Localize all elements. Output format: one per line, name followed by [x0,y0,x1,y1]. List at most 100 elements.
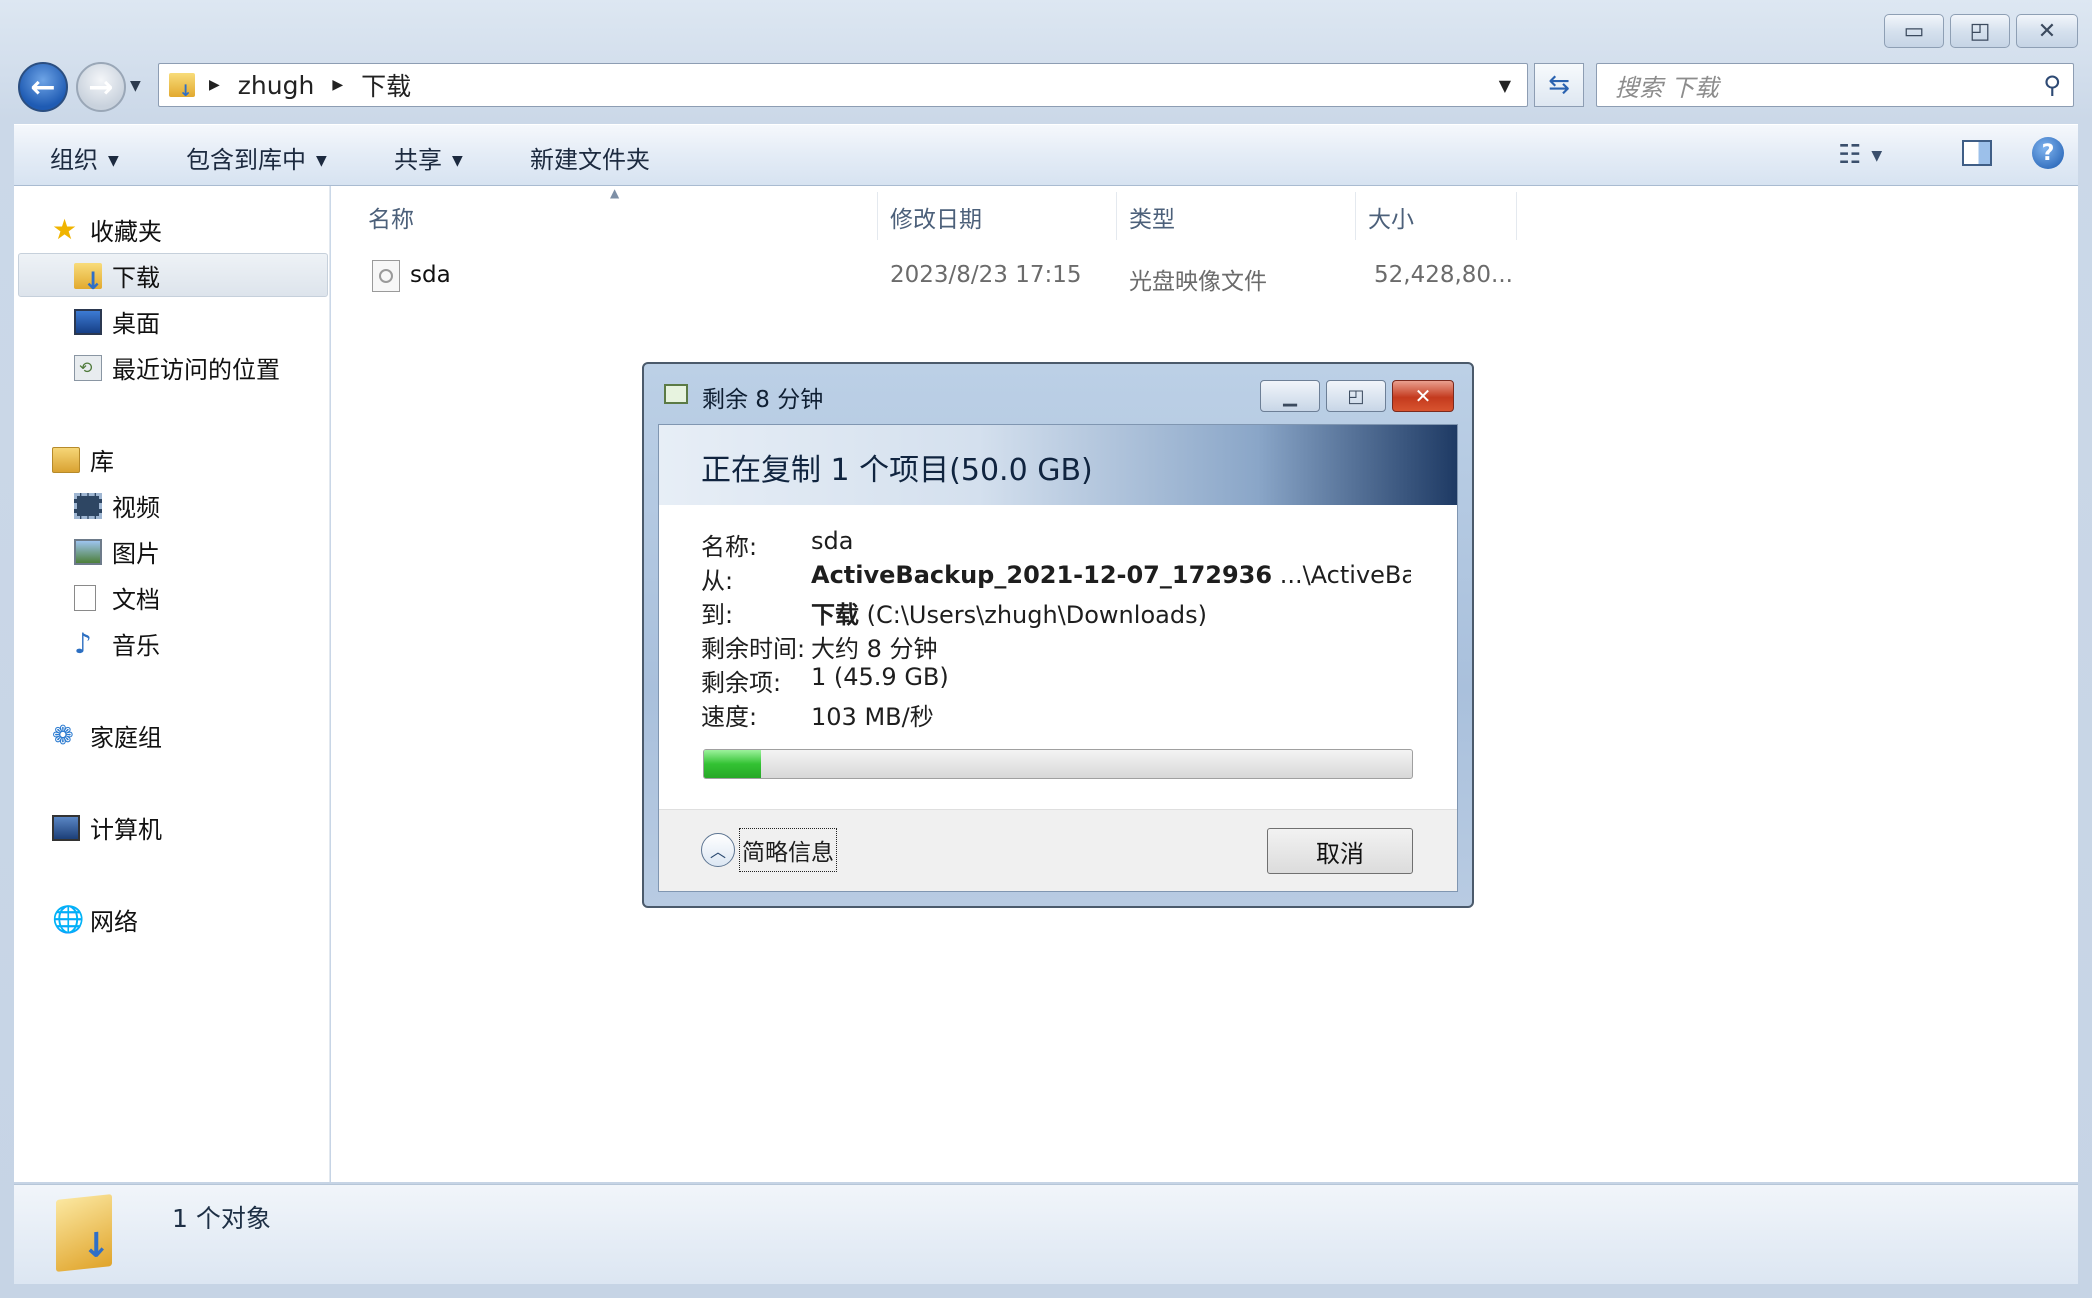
close-icon: ✕ [1414,384,1432,408]
nav-documents[interactable]: 文档 [74,580,160,615]
navigation-pane [14,186,330,1182]
address-bar[interactable]: ↓ ▶ zhugh ▶ 下载 ▼ [158,63,1528,107]
nav-music[interactable]: ♪ 音乐 [74,626,160,661]
dialog-maximize-button[interactable]: ◰ [1326,380,1386,412]
copy-progress-bar [703,749,1413,779]
preview-pane-button[interactable] [1962,140,1992,172]
search-icon[interactable]: ⚲ [2043,71,2061,99]
breadcrumb-separator-icon[interactable]: ▶ [332,77,343,93]
column-header-type[interactable]: 类型 [1129,200,1175,234]
view-list-icon: ☷ [1838,140,1862,170]
copy-progress-dialog: 剩余 8 分钟 ▁ ◰ ✕ 正在复制 1 个项目(50.0 GB) 名称: sd… [642,362,1474,908]
label-from: 从: [701,567,734,595]
nav-selection-highlight [18,253,328,297]
nav-videos[interactable]: 视频 [74,488,160,523]
minimize-button[interactable]: ▭ [1884,14,1944,48]
address-dropdown-icon[interactable]: ▼ [1499,76,1511,95]
forward-button[interactable]: → [76,62,126,112]
music-note-icon: ♪ [74,626,92,660]
share-menu[interactable]: 共享 ▼ [394,140,463,175]
file-name[interactable]: sda [410,262,451,288]
dialog-close-button[interactable]: ✕ [1392,380,1454,412]
nav-desktop[interactable]: 桌面 [74,304,160,339]
chevron-up-icon: ︿ [701,833,735,867]
help-button[interactable]: ? [2032,137,2064,169]
recent-places-icon: ⟲ [74,354,102,381]
view-options-button[interactable]: ☷ ▼ [1838,140,1882,170]
downloads-folder-large-icon: ↓ [56,1194,112,1272]
less-info-toggle[interactable]: ︿ 简略信息 [701,828,837,872]
nav-network[interactable]: 🌐 网络 [52,902,138,937]
refresh-button[interactable]: ⇆ [1534,63,1584,107]
copy-heading: 正在复制 1 个项目(50.0 GB) [701,453,1093,488]
back-arrow-icon: ← [30,69,56,105]
nav-downloads[interactable]: ↓ 下载 [74,258,160,295]
dialog-minimize-button[interactable]: ▁ [1260,380,1320,412]
close-button[interactable]: ✕ [2016,14,2078,48]
computer-icon [52,814,80,841]
label-time-left: 剩余时间: [701,635,806,663]
value-time-left: 大约 8 分钟 [811,635,938,663]
minimize-icon: ▭ [1903,18,1925,44]
value-from[interactable]: ActiveBackup_2021-12-07_172936 ...\Activ… [811,561,1411,589]
column-header-name[interactable]: 名称 [368,200,414,234]
breadcrumb-user[interactable]: zhugh [238,71,315,100]
nav-recent-places[interactable]: ⟲ 最近访问的位置 [74,350,280,385]
dialog-body: 正在复制 1 个项目(50.0 GB) 名称: sda 从: ActiveBac… [658,424,1458,892]
details-pane: ↓ 1 个对象 [14,1184,2078,1284]
nav-pictures[interactable]: 图片 [74,534,160,569]
item-count: 1 个对象 [172,1204,271,1233]
forward-arrow-icon: → [88,69,114,105]
maximize-icon: ◰ [1347,385,1365,407]
desktop-icon [74,308,102,335]
chevron-down-icon: ▼ [316,153,327,169]
picture-icon [74,538,102,565]
label-speed: 速度: [701,703,758,731]
refresh-icon: ⇆ [1548,70,1570,100]
search-input[interactable]: 搜索 下载 ⚲ [1596,63,2074,107]
maximize-icon: ◰ [1969,18,1991,44]
star-icon: ★ [52,212,78,246]
copy-files-icon [664,384,688,404]
sort-ascending-icon: ▲ [610,186,620,200]
file-type: 光盘映像文件 [1129,269,1267,295]
back-button[interactable]: ← [18,62,68,112]
label-name: 名称: [701,533,758,561]
label-items-left: 剩余项: [701,669,782,697]
nav-homegroup[interactable]: ❁ 家庭组 [52,718,162,753]
chevron-down-icon: ▼ [1871,147,1883,164]
close-icon: ✕ [2037,18,2057,44]
include-in-library-menu[interactable]: 包含到库中 ▼ [186,140,327,175]
label-to: 到: [701,601,734,629]
network-globe-icon: 🌐 [52,904,85,935]
dialog-title: 剩余 8 分钟 [702,387,824,413]
value-items-left: 1 (45.9 GB) [811,663,949,691]
disc-image-file-icon [372,260,400,292]
nav-favorites[interactable]: ★ 收藏夹 [52,212,162,247]
command-bar: 组织 ▼ 包含到库中 ▼ 共享 ▼ 新建文件夹 ☷ ▼ ? [14,124,2078,186]
column-header-modified[interactable]: 修改日期 [890,200,982,234]
video-icon [74,492,102,519]
maximize-button[interactable]: ◰ [1950,14,2010,48]
file-size: 52,428,80... [1374,262,1513,288]
organize-menu[interactable]: 组织 ▼ [50,140,119,175]
breadcrumb-downloads[interactable]: 下载 [361,67,411,103]
new-folder-button[interactable]: 新建文件夹 [530,140,650,175]
less-info-label: 简略信息 [739,828,837,872]
downloads-folder-icon: ↓ [74,262,103,295]
nav-computer[interactable]: 计算机 [52,810,162,845]
cancel-button[interactable]: 取消 [1267,828,1413,874]
chevron-down-icon: ▼ [108,153,119,169]
column-header-size[interactable]: 大小 [1368,200,1414,234]
breadcrumb-separator-icon[interactable]: ▶ [209,77,220,93]
search-placeholder: 搜索 下载 [1615,73,1719,102]
nav-libraries[interactable]: 库 [52,442,114,477]
dialog-footer: ︿ 简略信息 取消 [659,809,1457,891]
chevron-down-icon: ▼ [452,153,463,169]
help-icon: ? [2032,137,2064,169]
value-to[interactable]: 下载 (C:\Users\zhugh\Downloads) [811,595,1207,630]
homegroup-icon: ❁ [52,720,74,751]
document-icon [74,584,96,611]
value-speed: 103 MB/秒 [811,703,934,731]
recent-pages-dropdown[interactable]: ▼ [130,78,141,94]
